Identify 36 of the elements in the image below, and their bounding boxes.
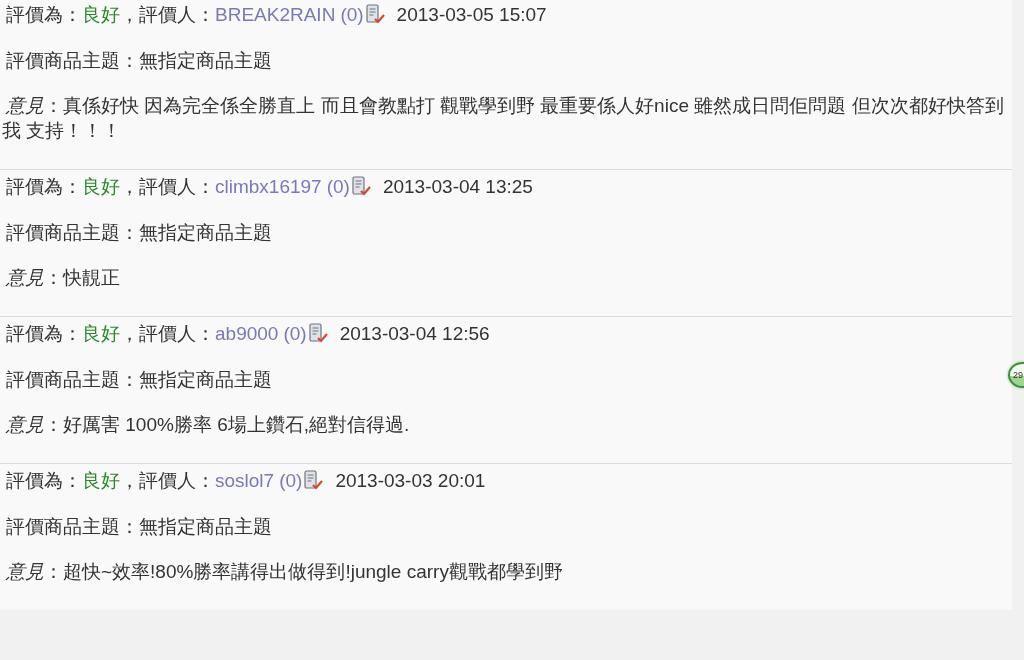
rating-label: 評價為： [6, 322, 82, 346]
rating-text: 良好 [82, 469, 120, 493]
opinion-text: 意見：快靚正 [4, 266, 121, 290]
reviewer-label: ，評價人： [120, 322, 215, 346]
reviewer-label: ，評價人： [120, 3, 215, 27]
reviewer-link[interactable]: soslol7 [215, 468, 275, 494]
reviewer-label: ，評價人： [120, 469, 215, 493]
rating-label: 評價為： [6, 175, 82, 199]
score-link[interactable]: (0) [340, 2, 364, 28]
rating-text: 良好 [82, 3, 120, 27]
rating-text: 良好 [82, 175, 120, 199]
document-check-icon[interactable] [350, 176, 371, 198]
rating-label: 評價為： [6, 3, 82, 27]
subject-text: 評價商品主題：無指定商品主題 [6, 367, 273, 392]
review-date: 2013-03-04 13:25 [382, 175, 533, 199]
opinion-text: 意見：超快~效率!80%勝率講得出做得到!jungle carry觀戰都學到野 [4, 560, 564, 584]
document-check-icon[interactable] [307, 323, 328, 345]
opinion-text: 意見：真係好快 因為完全係全勝直上 而且會教點打 觀戰學到野 最重要係人好nice 雖然成日問佢問題 但次次都好快答到我 支持！！！ [2, 94, 1005, 143]
subject-text: 評價商品主題：無指定商品主題 [6, 220, 273, 245]
document-check-icon[interactable] [364, 4, 385, 26]
score-link[interactable]: (0) [283, 321, 307, 347]
rating-text: 良好 [82, 322, 120, 346]
reviewer-link[interactable]: ab9000 [215, 321, 279, 347]
reviewer-label: ，評價人： [120, 175, 215, 199]
subject-text: 評價商品主題：無指定商品主題 [6, 514, 273, 539]
score-link[interactable]: (0) [279, 468, 303, 494]
reviewer-link[interactable]: climbx16197 [215, 174, 322, 200]
opinion-text: 意見：好厲害 100%勝率 6場上鑽石,絕對信得過. [4, 413, 411, 437]
score-link[interactable]: (0) [326, 174, 350, 200]
reviewer-link[interactable]: BREAK2RAIN [215, 2, 336, 28]
review-date: 2013-03-05 15:07 [396, 3, 547, 27]
review-date: 2013-03-04 12:56 [339, 322, 490, 346]
review-date: 2013-03-03 20:01 [335, 469, 486, 493]
document-check-icon[interactable] [303, 470, 324, 492]
rating-label: 評價為： [6, 469, 82, 493]
subject-text: 評價商品主題：無指定商品主題 [6, 48, 273, 73]
